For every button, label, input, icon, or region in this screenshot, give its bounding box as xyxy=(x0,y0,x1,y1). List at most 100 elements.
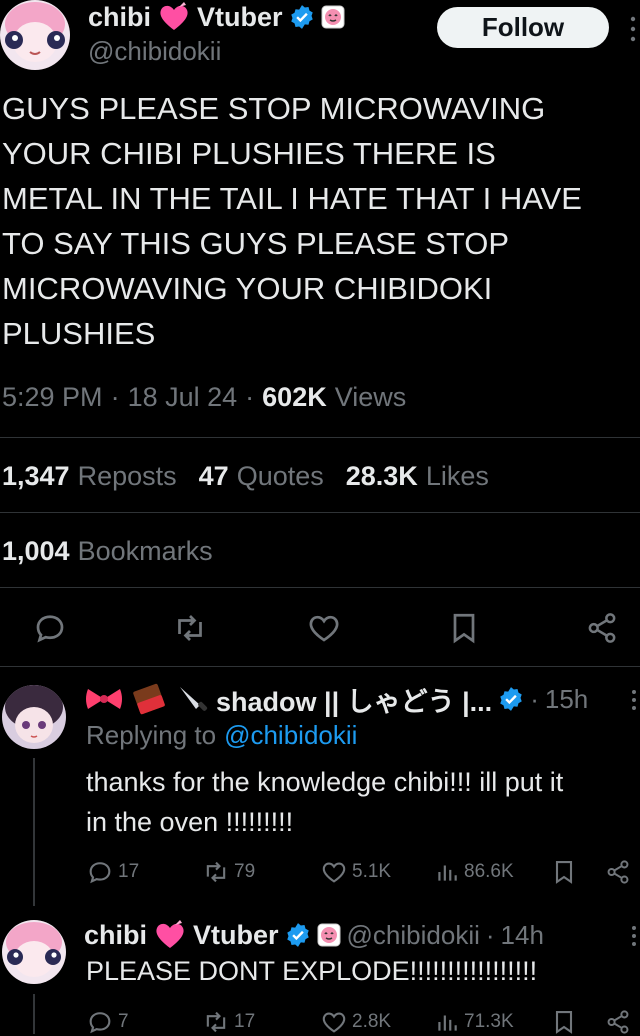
repost-icon xyxy=(178,615,202,641)
chocolate-emoji-icon xyxy=(133,683,165,715)
avatar-image xyxy=(2,920,66,984)
heart-emoji-icon xyxy=(160,2,188,30)
share-icon xyxy=(607,1010,629,1034)
reply-share-button[interactable] xyxy=(604,1008,632,1034)
reply-share-button[interactable] xyxy=(604,858,632,886)
reply-bookmark-button[interactable] xyxy=(550,858,578,886)
reply-handle[interactable]: @chibidokii xyxy=(347,920,480,951)
verified-badge-icon xyxy=(286,923,309,947)
reposts-label: Reposts xyxy=(77,461,177,491)
bookmark-icon xyxy=(555,1011,573,1034)
repost-button[interactable] xyxy=(172,610,208,646)
follow-button[interactable]: Follow xyxy=(437,7,609,48)
heart-icon xyxy=(322,1012,346,1033)
reply-text-line: thanks for the knowledge chibi!!! ill pu… xyxy=(86,767,564,797)
reply-bookmark-button[interactable] xyxy=(550,1008,578,1034)
tweet-date[interactable]: 18 Jul 24 xyxy=(128,382,238,413)
like-count: 2.8K xyxy=(352,1011,392,1032)
reposts-count: 1,347 xyxy=(2,461,70,491)
reply-display-name-suffix[interactable]: Vtuber xyxy=(193,920,279,951)
reply-text: thanks for the knowledge chibi!!! ill pu… xyxy=(86,762,640,842)
reply-repost-button[interactable]: 17 xyxy=(202,1008,255,1036)
like-button[interactable] xyxy=(306,610,342,646)
more-options-icon[interactable] xyxy=(629,14,637,44)
replying-to: Replying to @chibidokii xyxy=(86,720,357,751)
bookmarks-stat[interactable]: 1,004 Bookmarks xyxy=(2,536,213,567)
bookmark-button[interactable] xyxy=(446,610,482,646)
likes-label: Likes xyxy=(425,461,489,491)
bow-emoji-icon xyxy=(86,689,122,709)
author-avatar[interactable] xyxy=(0,0,70,70)
reply-icon xyxy=(36,615,64,643)
reply-replies-button[interactable]: 7 xyxy=(86,1008,129,1036)
views-chart-icon xyxy=(438,865,457,881)
reply-like-button[interactable]: 2.8K xyxy=(320,1008,391,1036)
author-name-row[interactable]: chibi Vtuber xyxy=(88,0,345,34)
more-options-icon[interactable] xyxy=(630,688,638,712)
bookmarks-count: 1,004 xyxy=(2,536,70,566)
reply-display-name[interactable]: chibi xyxy=(84,920,147,951)
tweet-text-line: YOUR CHIBI PLUSHIES THERE IS xyxy=(2,136,496,171)
replying-to-label: Replying to xyxy=(86,720,217,750)
likes-stat[interactable]: 28.3K Likes xyxy=(346,461,489,492)
reply-icon xyxy=(89,1012,111,1034)
engagement-stats: 1,347 Reposts 47 Quotes 28.3K Likes xyxy=(2,461,489,492)
reply-text: PLEASE DONT EXPLODE!!!!!!!!!!!!!!!!! xyxy=(86,956,538,986)
reply-author-row[interactable]: chibi Vtuber @chibidokii · 14h xyxy=(84,918,544,952)
reply-button[interactable] xyxy=(32,610,68,646)
reply-display-name[interactable]: shadow || しゃどう |... xyxy=(216,680,492,719)
heart-emoji-icon xyxy=(156,920,184,948)
reply-views-button[interactable]: 71.3K xyxy=(434,1008,514,1036)
affiliate-badge-icon[interactable] xyxy=(321,5,345,29)
author-display-name-suffix[interactable]: Vtuber xyxy=(197,2,283,33)
tweet-text-line: MICROWAVING YOUR CHIBIDOKI xyxy=(2,271,493,306)
more-options-icon[interactable] xyxy=(630,924,638,948)
share-icon xyxy=(607,860,629,884)
reply-time[interactable]: 14h xyxy=(501,920,544,951)
tweet-text-line: GUYS PLEASE STOP MICROWAVING xyxy=(2,91,546,126)
reply-repost-button[interactable]: 79 xyxy=(202,858,255,886)
divider xyxy=(0,437,640,438)
author-handle[interactable]: @chibidokii xyxy=(88,36,221,67)
meta-separator: · xyxy=(530,683,539,714)
thread-line xyxy=(33,994,35,1034)
share-button[interactable] xyxy=(584,610,620,646)
replying-to-handle[interactable]: @chibidokii xyxy=(224,720,357,751)
affiliate-badge-icon[interactable] xyxy=(317,923,341,947)
knife-emoji-icon xyxy=(180,687,208,711)
share-icon xyxy=(588,613,616,643)
bookmark-icon xyxy=(555,861,573,884)
likes-count: 28.3K xyxy=(345,461,418,491)
repost-icon xyxy=(206,861,226,883)
quotes-count: 47 xyxy=(198,461,229,491)
reply-replies-button[interactable]: 17 xyxy=(86,858,139,886)
reply-views-button[interactable]: 86.6K xyxy=(434,858,514,886)
quotes-stat[interactable]: 47 Quotes xyxy=(199,461,324,492)
views-count: 86.6K xyxy=(464,861,514,882)
quotes-label: Quotes xyxy=(236,461,324,491)
reply-like-button[interactable]: 5.1K xyxy=(320,858,391,886)
follow-button-label: Follow xyxy=(481,12,565,42)
bookmark-icon xyxy=(453,613,475,644)
thread-line xyxy=(33,758,35,906)
heart-icon xyxy=(322,862,346,883)
views-chart-icon xyxy=(438,1015,457,1031)
verified-badge-icon xyxy=(500,687,522,711)
reply-author-row[interactable]: shadow || しゃどう |... · 15h xyxy=(84,680,588,719)
reply-text-line: in the oven !!!!!!!!! xyxy=(86,807,294,837)
meta-separator: · xyxy=(485,919,495,950)
reply-avatar[interactable] xyxy=(2,920,66,984)
tweet-text-line: TO SAY THIS GUYS PLEASE STOP xyxy=(2,226,510,261)
reply-count: 7 xyxy=(118,1011,129,1032)
reply-time[interactable]: 15h xyxy=(545,684,588,715)
avatar-image xyxy=(2,685,66,749)
avatar-image xyxy=(0,0,70,70)
reply-icon xyxy=(89,862,111,884)
reply-avatar[interactable] xyxy=(2,685,66,749)
repost-count: 17 xyxy=(234,1011,256,1032)
author-display-name[interactable]: chibi xyxy=(88,2,151,33)
divider xyxy=(0,512,640,513)
tweet-time[interactable]: 5:29 PM xyxy=(2,382,103,413)
repost-count: 79 xyxy=(234,861,256,882)
reposts-stat[interactable]: 1,347 Reposts xyxy=(2,461,177,492)
